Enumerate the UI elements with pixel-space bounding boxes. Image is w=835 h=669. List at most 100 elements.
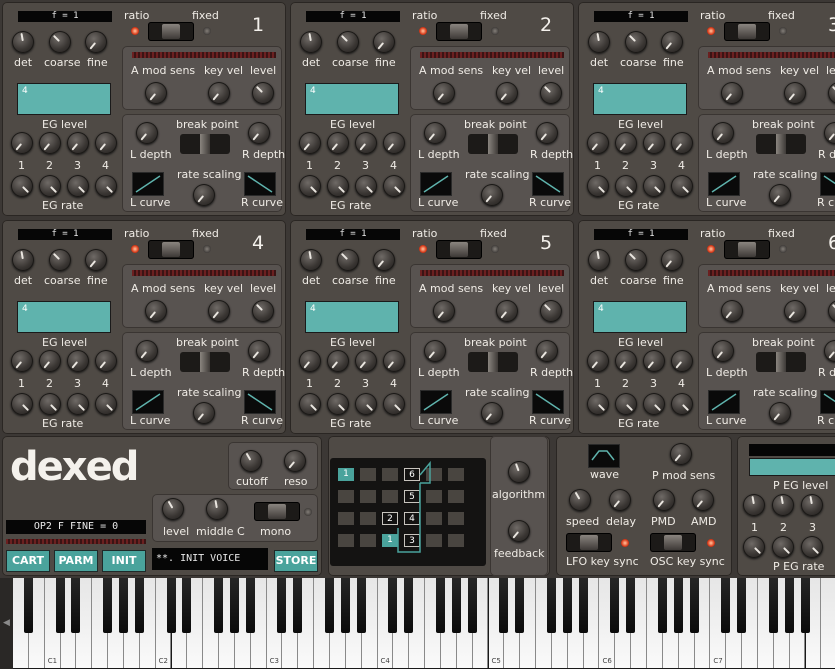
ratio-fixed-switch[interactable] bbox=[436, 240, 482, 259]
eg-level-1-knob[interactable] bbox=[11, 132, 33, 154]
rate-scaling-knob[interactable] bbox=[481, 184, 503, 206]
eg-rate-1-knob[interactable] bbox=[299, 393, 321, 415]
eg-rate-1-knob[interactable] bbox=[587, 393, 609, 415]
black-key[interactable] bbox=[515, 578, 525, 633]
r-depth-knob[interactable] bbox=[536, 122, 558, 144]
black-key[interactable] bbox=[245, 578, 255, 633]
p-eg-rate-1-knob[interactable] bbox=[743, 536, 765, 558]
r-depth-knob[interactable] bbox=[536, 340, 558, 362]
r-depth-knob[interactable] bbox=[824, 122, 835, 144]
a-mod-sens-knob[interactable] bbox=[145, 300, 167, 322]
break-point-slider[interactable] bbox=[180, 134, 230, 154]
p-eg-rate-3-knob[interactable] bbox=[801, 536, 823, 558]
a-mod-sens-knob[interactable] bbox=[433, 300, 455, 322]
key-vel-knob[interactable] bbox=[496, 82, 518, 104]
key-vel-knob[interactable] bbox=[496, 300, 518, 322]
l-depth-knob[interactable] bbox=[712, 122, 734, 144]
black-key[interactable] bbox=[562, 578, 572, 633]
l-depth-knob[interactable] bbox=[424, 122, 446, 144]
eg-level-2-knob[interactable] bbox=[39, 132, 61, 154]
black-key[interactable] bbox=[626, 578, 636, 633]
r-depth-knob[interactable] bbox=[248, 122, 270, 144]
eg-level-4-knob[interactable] bbox=[671, 350, 693, 372]
rate-scaling-knob[interactable] bbox=[769, 184, 791, 206]
eg-rate-3-knob[interactable] bbox=[355, 175, 377, 197]
r-curve-selector[interactable] bbox=[244, 172, 276, 196]
eg-level-1-knob[interactable] bbox=[587, 132, 609, 154]
black-key[interactable] bbox=[356, 578, 366, 633]
eg-level-3-knob[interactable] bbox=[355, 132, 377, 154]
break-point-slider[interactable] bbox=[468, 352, 518, 372]
eg-level-3-knob[interactable] bbox=[355, 350, 377, 372]
rate-scaling-knob[interactable] bbox=[193, 402, 215, 424]
break-point-slider[interactable] bbox=[756, 352, 806, 372]
black-key[interactable] bbox=[578, 578, 588, 633]
black-key[interactable] bbox=[277, 578, 287, 633]
detune-knob[interactable] bbox=[300, 31, 322, 53]
eg-rate-1-knob[interactable] bbox=[11, 175, 33, 197]
output-level-knob[interactable] bbox=[252, 82, 274, 104]
black-key[interactable] bbox=[784, 578, 794, 633]
ratio-fixed-switch[interactable] bbox=[148, 240, 194, 259]
l-curve-selector[interactable] bbox=[420, 390, 452, 414]
key-vel-knob[interactable] bbox=[208, 300, 230, 322]
key-vel-knob[interactable] bbox=[784, 82, 806, 104]
osc-key-sync-switch[interactable] bbox=[650, 533, 696, 552]
black-key[interactable] bbox=[118, 578, 128, 633]
eg-display[interactable]: 4 bbox=[593, 83, 687, 115]
delay-knob[interactable] bbox=[609, 489, 631, 511]
l-curve-selector[interactable] bbox=[132, 172, 164, 196]
black-key[interactable] bbox=[800, 578, 810, 633]
l-depth-knob[interactable] bbox=[136, 340, 158, 362]
output-level-knob[interactable] bbox=[540, 300, 562, 322]
l-depth-knob[interactable] bbox=[424, 340, 446, 362]
black-key[interactable] bbox=[404, 578, 414, 633]
init-button[interactable]: INIT bbox=[102, 550, 146, 572]
eg-rate-3-knob[interactable] bbox=[67, 393, 89, 415]
eg-rate-1-knob[interactable] bbox=[11, 393, 33, 415]
reso-knob[interactable] bbox=[284, 450, 306, 472]
black-key[interactable] bbox=[214, 578, 224, 633]
black-key[interactable] bbox=[134, 578, 144, 633]
coarse-knob[interactable] bbox=[625, 31, 647, 53]
eg-rate-3-knob[interactable] bbox=[67, 175, 89, 197]
fine-knob[interactable] bbox=[85, 31, 107, 53]
eg-rate-3-knob[interactable] bbox=[643, 175, 665, 197]
eg-level-4-knob[interactable] bbox=[95, 350, 117, 372]
eg-level-2-knob[interactable] bbox=[615, 350, 637, 372]
r-curve-selector[interactable] bbox=[820, 172, 835, 196]
ratio-fixed-switch[interactable] bbox=[148, 22, 194, 41]
black-key[interactable] bbox=[737, 578, 747, 633]
eg-level-3-knob[interactable] bbox=[67, 350, 89, 372]
eg-level-1-knob[interactable] bbox=[299, 132, 321, 154]
p-eg-rate-2-knob[interactable] bbox=[772, 536, 794, 558]
l-curve-selector[interactable] bbox=[708, 172, 740, 196]
r-depth-knob[interactable] bbox=[824, 340, 835, 362]
black-key[interactable] bbox=[166, 578, 176, 633]
coarse-knob[interactable] bbox=[337, 249, 359, 271]
p-eg-level-3-knob[interactable] bbox=[801, 494, 823, 516]
cutoff-knob[interactable] bbox=[240, 450, 262, 472]
detune-knob[interactable] bbox=[12, 31, 34, 53]
eg-level-2-knob[interactable] bbox=[327, 350, 349, 372]
eg-display[interactable]: 4 bbox=[305, 83, 399, 115]
black-key[interactable] bbox=[325, 578, 334, 633]
detune-knob[interactable] bbox=[588, 31, 610, 53]
r-curve-selector[interactable] bbox=[820, 390, 835, 414]
eg-rate-4-knob[interactable] bbox=[671, 393, 693, 415]
black-key[interactable] bbox=[610, 578, 620, 633]
a-mod-sens-knob[interactable] bbox=[721, 82, 743, 104]
eg-level-2-knob[interactable] bbox=[39, 350, 61, 372]
amd-knob[interactable] bbox=[692, 489, 714, 511]
algorithm-knob[interactable] bbox=[508, 461, 530, 483]
speed-knob[interactable] bbox=[569, 489, 591, 511]
break-point-slider[interactable] bbox=[180, 352, 230, 372]
middle-c-knob[interactable] bbox=[206, 498, 228, 520]
black-key[interactable] bbox=[721, 578, 731, 633]
eg-level-1-knob[interactable] bbox=[11, 350, 33, 372]
l-depth-knob[interactable] bbox=[136, 122, 158, 144]
black-key[interactable] bbox=[768, 578, 778, 633]
fine-knob[interactable] bbox=[373, 31, 395, 53]
coarse-knob[interactable] bbox=[625, 249, 647, 271]
pmd-knob[interactable] bbox=[653, 489, 675, 511]
